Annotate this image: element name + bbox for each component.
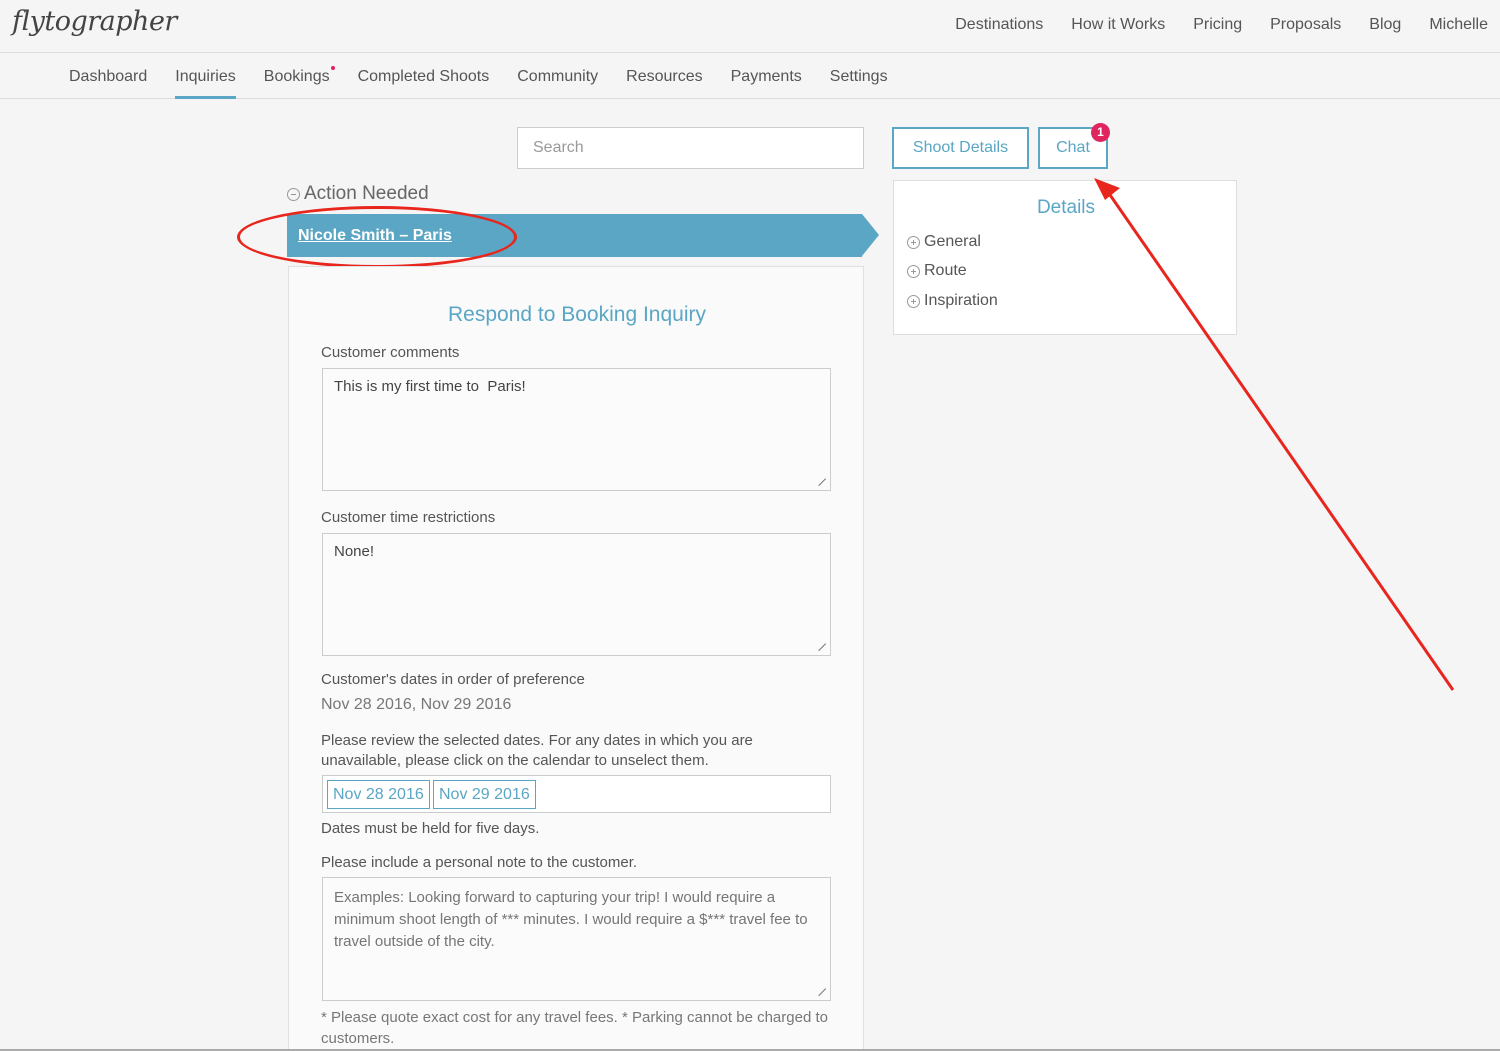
tab-bookings-label: Bookings bbox=[263, 68, 330, 85]
top-nav: Destinations How it Works Pricing Propos… bbox=[955, 16, 1500, 34]
tab-completed-shoots[interactable]: Completed Shoots bbox=[358, 68, 490, 99]
search-input[interactable] bbox=[517, 127, 864, 169]
details-item-label: Inspiration bbox=[924, 292, 998, 309]
hold-note: Dates must be held for five days. bbox=[321, 820, 540, 837]
tab-dashboard[interactable]: Dashboard bbox=[69, 68, 147, 99]
top-nav-user-menu[interactable]: Michelle bbox=[1429, 16, 1488, 34]
action-needed-toggle[interactable]: Action Needed bbox=[287, 183, 429, 205]
top-bar: flytographer Destinations How it Works P… bbox=[0, 0, 1500, 53]
details-title: Details bbox=[1036, 197, 1096, 218]
travel-fee-note: * Please quote exact cost for any travel… bbox=[321, 1009, 828, 1047]
personal-note-textarea[interactable] bbox=[322, 877, 831, 1001]
logo[interactable]: flytographer bbox=[12, 6, 177, 37]
annotation-ellipse bbox=[237, 206, 517, 268]
personal-note-label: Please include a personal note to the cu… bbox=[321, 854, 638, 871]
tab-community[interactable]: Community bbox=[517, 68, 598, 99]
panel-title: Respond to Booking Inquiry bbox=[448, 303, 706, 326]
tab-settings[interactable]: Settings bbox=[830, 68, 888, 99]
dates-value: Nov 28 2016, Nov 29 2016 bbox=[321, 696, 512, 713]
expand-icon bbox=[907, 294, 920, 308]
dates-label: Customer's dates in order of preference bbox=[321, 671, 585, 688]
expand-icon bbox=[907, 264, 920, 278]
tab-bookings[interactable]: Bookings bbox=[263, 66, 335, 99]
details-panel: Details General Route Inspiration bbox=[893, 180, 1237, 335]
top-nav-proposals[interactable]: Proposals bbox=[1270, 16, 1341, 34]
sub-nav: Dashboard Inquiries Bookings Completed S… bbox=[0, 54, 1500, 99]
top-nav-how-it-works[interactable]: How it Works bbox=[1071, 16, 1165, 34]
tab-payments[interactable]: Payments bbox=[731, 68, 802, 99]
details-item-general[interactable]: General bbox=[907, 233, 981, 251]
customer-comments-label: Customer comments bbox=[321, 344, 460, 361]
action-needed-label: Action Needed bbox=[304, 183, 429, 204]
details-item-route[interactable]: Route bbox=[907, 262, 967, 280]
details-item-inspiration[interactable]: Inspiration bbox=[907, 292, 998, 310]
chat-badge: 1 bbox=[1091, 123, 1110, 142]
respond-inquiry-panel: Respond to Booking Inquiry Customer comm… bbox=[288, 266, 864, 1051]
shoot-details-button[interactable]: Shoot Details bbox=[892, 127, 1029, 169]
tab-inquiries[interactable]: Inquiries bbox=[175, 68, 236, 99]
tab-resources[interactable]: Resources bbox=[626, 68, 702, 99]
customer-comments-textarea[interactable]: This is my first time to Paris! bbox=[322, 368, 831, 491]
top-nav-blog[interactable]: Blog bbox=[1369, 16, 1401, 34]
review-instructions: Please review the selected dates. For an… bbox=[321, 732, 753, 769]
top-nav-pricing[interactable]: Pricing bbox=[1193, 16, 1242, 34]
details-item-label: General bbox=[924, 233, 981, 250]
date-chip[interactable]: Nov 28 2016 bbox=[327, 780, 430, 809]
date-chip[interactable]: Nov 29 2016 bbox=[433, 780, 536, 809]
time-restrictions-textarea[interactable]: None! bbox=[322, 533, 831, 656]
top-nav-destinations[interactable]: Destinations bbox=[955, 16, 1043, 34]
time-restrictions-label: Customer time restrictions bbox=[321, 509, 496, 526]
notification-dot bbox=[330, 66, 335, 70]
collapse-icon bbox=[287, 187, 300, 201]
date-selector: Nov 28 2016 Nov 29 2016 bbox=[322, 775, 831, 813]
details-item-label: Route bbox=[924, 262, 967, 279]
expand-icon bbox=[907, 235, 920, 249]
